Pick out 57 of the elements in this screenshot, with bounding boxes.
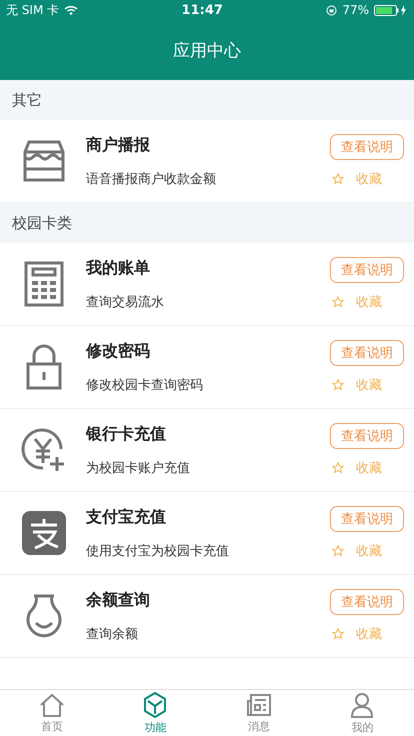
app-name: 支付宝充值	[86, 506, 167, 528]
view-info-button[interactable]: 查看说明	[330, 134, 404, 160]
app-name: 修改密码	[86, 340, 151, 362]
tab-item[interactable]: 我的	[310, 690, 414, 736]
app-description: 修改校园卡查询密码	[86, 376, 204, 394]
favorite-label[interactable]: 收藏	[356, 170, 382, 188]
favorite-label[interactable]: 收藏	[356, 293, 382, 311]
star-icon[interactable]	[332, 462, 344, 474]
tab-item[interactable]: 首页	[0, 690, 104, 736]
app-description: 语音播报商户收款金额	[86, 170, 217, 188]
favorite-label[interactable]: 收藏	[356, 459, 382, 477]
newspaper-icon	[246, 692, 272, 716]
battery-percent: 77%	[342, 3, 369, 17]
cube-icon	[143, 692, 168, 718]
favorite-label[interactable]: 收藏	[356, 625, 382, 643]
app-name: 余额查询	[86, 590, 151, 610]
battery-charging-icon	[374, 4, 408, 16]
view-info-button[interactable]: 查看说明	[330, 340, 404, 366]
section-title: 校园卡类	[12, 214, 72, 232]
padlock-icon	[24, 344, 64, 390]
app-name: 商户播报	[86, 134, 151, 156]
app-list-item[interactable]: 我的账单 查询交易流水 查看说明 收藏	[0, 243, 414, 326]
app-list-item[interactable]: 支付宝充值 使用支付宝为校园卡充值 查看说明 收藏	[0, 492, 414, 575]
wifi-icon	[64, 5, 78, 15]
view-info-button[interactable]: 查看说明	[330, 506, 404, 532]
star-icon[interactable]	[332, 173, 344, 185]
star-icon[interactable]	[332, 628, 344, 640]
storefront-icon	[21, 139, 67, 183]
app-description: 查询交易流水	[86, 294, 165, 310]
tab-item[interactable]: 功能	[104, 690, 207, 736]
carrier-text: 无 SIM 卡	[6, 2, 60, 18]
favorite-label[interactable]: 收藏	[356, 376, 382, 394]
app-name: 我的账单	[86, 258, 151, 278]
star-icon[interactable]	[332, 296, 344, 308]
section-title: 其它	[12, 90, 42, 110]
app-description: 使用支付宝为校园卡充值	[86, 542, 230, 560]
alipay-icon	[22, 511, 66, 555]
app-description: 为校园卡账户充值	[86, 460, 191, 476]
app-list-item[interactable]: 余额查询 查询余额 查看说明 收藏	[0, 575, 414, 658]
rotation-lock-icon	[326, 4, 338, 16]
page-title: 应用中心	[173, 40, 241, 62]
view-info-button[interactable]: 查看说明	[330, 257, 404, 283]
app-description: 查询余额	[86, 626, 139, 642]
calculator-icon	[23, 261, 65, 307]
favorite-label[interactable]: 收藏	[356, 542, 382, 560]
yen-coin-plus-icon	[21, 427, 67, 473]
app-name: 银行卡充值	[86, 424, 167, 444]
star-icon[interactable]	[332, 545, 344, 557]
view-info-button[interactable]: 查看说明	[330, 589, 404, 615]
person-icon	[350, 692, 374, 718]
tab-item[interactable]: 消息	[207, 690, 310, 736]
app-list-item[interactable]: 银行卡充值 为校园卡账户充值 查看说明 收藏	[0, 409, 414, 492]
view-info-button[interactable]: 查看说明	[330, 423, 404, 449]
home-icon	[38, 692, 65, 716]
star-icon[interactable]	[332, 379, 344, 391]
app-list-item[interactable]: 修改密码 修改校园卡查询密码 查看说明 收藏	[0, 326, 414, 409]
clock-time: 11:47	[182, 2, 223, 18]
